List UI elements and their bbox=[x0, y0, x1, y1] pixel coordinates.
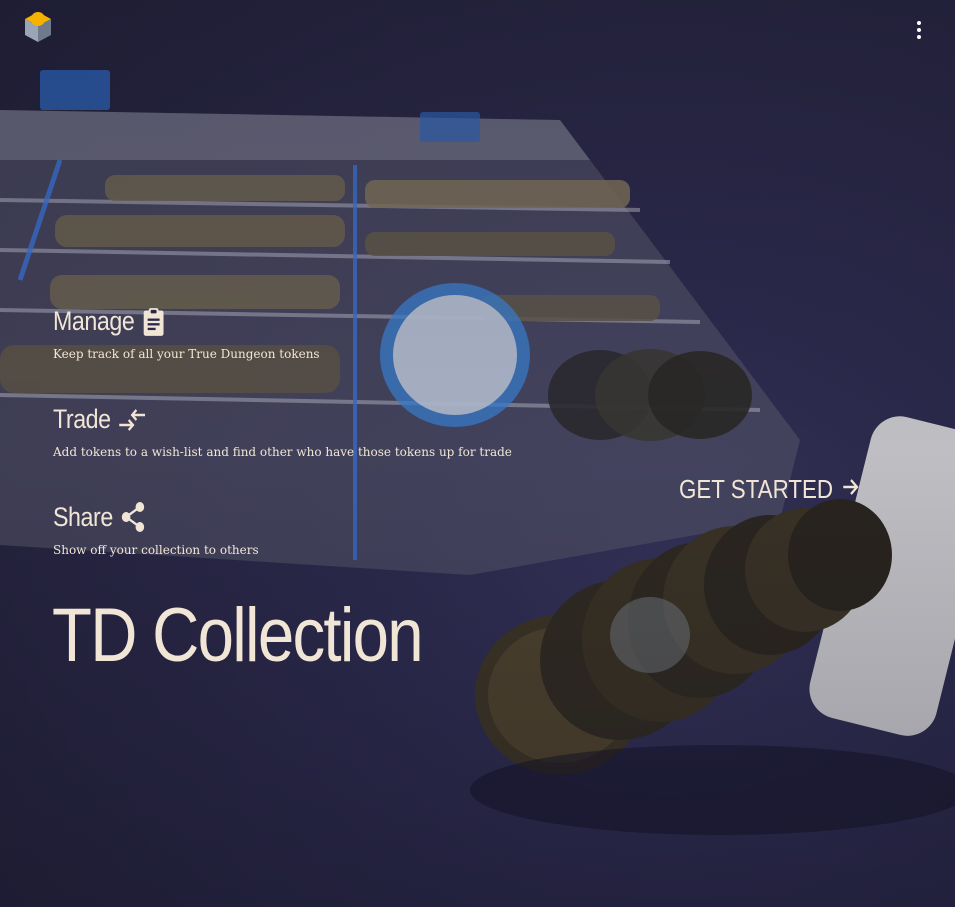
page-title: TD Collection bbox=[52, 593, 424, 678]
more-vertical-icon[interactable] bbox=[909, 20, 929, 40]
feature-manage-title: Manage bbox=[53, 306, 135, 336]
feature-trade: Trade Add tokens to a wish-list and find… bbox=[53, 404, 512, 459]
clipboard-icon bbox=[141, 307, 165, 337]
get-started-button[interactable]: GET STARTED bbox=[679, 474, 861, 505]
feature-manage: Manage Keep track of all your True Dunge… bbox=[53, 306, 320, 361]
feature-share-title: Share bbox=[53, 501, 113, 532]
feature-title: Manage bbox=[53, 306, 282, 337]
feature-trade-title: Trade bbox=[53, 404, 111, 434]
feature-share: Share Show off your collection to others bbox=[53, 501, 259, 558]
get-started-label: GET STARTED bbox=[679, 474, 834, 504]
feature-title: Share bbox=[53, 501, 230, 533]
feature-manage-description: Keep track of all your True Dungeon toke… bbox=[53, 347, 320, 361]
share-icon bbox=[120, 501, 146, 533]
feature-share-description: Show off your collection to others bbox=[53, 543, 259, 557]
swap-arrows-icon bbox=[118, 407, 147, 433]
feature-title: Trade bbox=[53, 404, 448, 435]
arrow-right-icon bbox=[842, 474, 861, 505]
cube-logo-icon[interactable] bbox=[23, 10, 53, 44]
feature-trade-description: Add tokens to a wish-list and find other… bbox=[53, 445, 512, 459]
